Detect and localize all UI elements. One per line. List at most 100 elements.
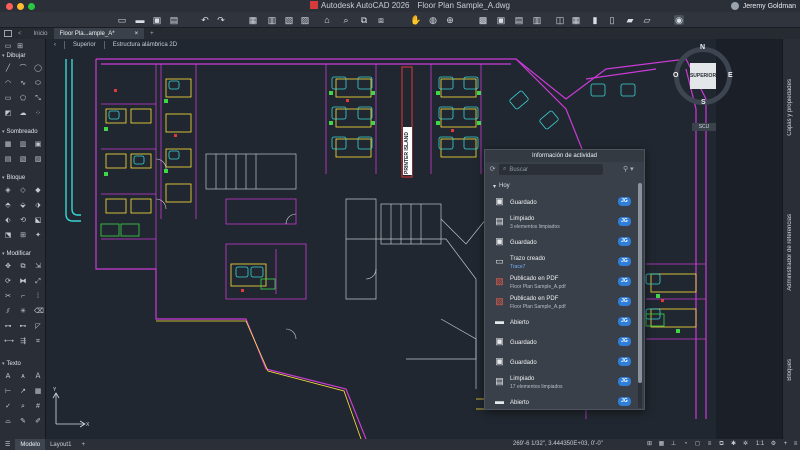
arc-text-icon[interactable]: ⌓ — [4, 418, 12, 425]
rectangle-icon[interactable]: ▭ — [4, 95, 12, 102]
visual-style-control[interactable]: Estructura alámbrica 2D — [111, 42, 179, 48]
export-icon[interactable]: ▰ — [625, 15, 635, 25]
line-icon[interactable]: ╱ — [4, 65, 12, 72]
import-icon[interactable]: ▯ — [607, 15, 617, 25]
polar-icon[interactable]: ◔ — [682, 441, 689, 448]
tab-modelo[interactable]: Modelo — [15, 439, 46, 450]
write-block-icon[interactable]: ⬗ — [34, 202, 42, 209]
annotation-icon[interactable]: ✱ — [730, 441, 737, 448]
spell-check-icon[interactable]: ✓ — [4, 403, 12, 410]
filter-icon[interactable]: ⚲ ▾ — [623, 165, 641, 174]
text-style-icon[interactable]: Ａ — [34, 373, 42, 380]
xref-icon[interactable]: ▮ — [590, 15, 600, 25]
sheet-icon[interactable]: ▥ — [532, 15, 542, 25]
fillet-icon[interactable]: ⌐ — [19, 293, 27, 300]
table-icon[interactable]: ▤ — [4, 156, 12, 163]
markup-icon[interactable]: ✎ — [19, 418, 27, 425]
section-modificar[interactable]: ▾ Modificar — [2, 251, 31, 257]
annotate-icon[interactable]: ✐ — [34, 418, 42, 425]
reference-manager-tab[interactable]: Administrador de referencias — [787, 214, 793, 291]
rotate-icon[interactable]: ⟳ — [4, 278, 12, 285]
gradient-icon[interactable]: ▥ — [19, 141, 27, 148]
edit-polyline-icon[interactable]: ⌗ — [34, 338, 42, 345]
mirror-icon[interactable]: ⧓ — [19, 278, 27, 285]
list-item[interactable]: ▬ Abierto JG — [485, 394, 637, 413]
customize-icon[interactable]: ≡ — [792, 441, 799, 448]
add-layout-button[interactable]: + — [76, 439, 90, 450]
create-block-icon[interactable]: ◇ — [19, 187, 27, 194]
array-icon[interactable]: ⁞ — [34, 293, 42, 300]
wipeout-icon[interactable]: ▧ — [19, 156, 27, 163]
list-item[interactable]: ▣ Guardado JG — [485, 334, 637, 353]
xline-icon[interactable]: ⤡ — [34, 95, 42, 102]
attribute-edit-icon[interactable]: ⬖ — [4, 217, 12, 224]
view-control[interactable]: Superior — [71, 42, 98, 48]
save-icon[interactable]: ▣ — [152, 15, 162, 25]
section-texto[interactable]: ▾ Texto — [2, 361, 21, 367]
section-dibujar[interactable]: ▾ Dibujar — [2, 53, 26, 59]
list-item[interactable]: ▣ Guardado JG — [485, 354, 637, 373]
multiline-text-icon[interactable]: A — [4, 373, 12, 380]
orbit-icon[interactable]: ◍ — [428, 15, 438, 25]
grid-icon[interactable]: ▦ — [571, 15, 581, 25]
trim-icon[interactable]: ✂ — [4, 293, 12, 300]
field-icon[interactable]: # — [34, 403, 42, 410]
arc-icon[interactable]: ◠ — [4, 80, 12, 87]
list-item[interactable]: ▭ Trazo creado Trace7 JG — [485, 254, 637, 273]
measure-icon[interactable]: ◫ — [555, 15, 565, 25]
activity-insights-icon[interactable]: ◉ — [674, 15, 684, 25]
viewcube[interactable]: SUPERIOR N S E O SCU — [672, 44, 734, 133]
close-window-button[interactable] — [6, 2, 13, 10]
circle-icon[interactable]: ◯ — [34, 65, 42, 72]
grid-toggle-icon[interactable]: ▦ — [658, 441, 665, 448]
erase-icon[interactable]: ⌫ — [34, 308, 44, 315]
join-icon[interactable]: ⊶ — [4, 323, 12, 330]
move-icon[interactable]: ✥ — [4, 263, 12, 270]
zoom-icon[interactable]: ⌕ — [341, 15, 351, 25]
point-icon[interactable]: ⁘ — [34, 110, 42, 117]
polyline-icon[interactable]: ⌒ — [19, 65, 27, 72]
activity-search-input[interactable]: ⌕ Buscar — [499, 164, 603, 175]
palette-toggle-icon[interactable]: ▭ — [4, 43, 12, 50]
section-bloque[interactable]: ▾ Bloque — [2, 175, 25, 181]
block-library-icon[interactable]: ⬕ — [34, 217, 42, 224]
publish-icon[interactable]: ▥ — [267, 15, 277, 25]
refresh-icon[interactable]: ⟳ — [488, 165, 497, 174]
annotation-scale[interactable]: 1:1 — [754, 441, 766, 448]
block-sync-icon[interactable]: ⟲ — [19, 217, 27, 224]
list-item[interactable]: ▤ Limpiado 17 elementos limpiados JG — [485, 374, 637, 393]
region-icon[interactable]: ◩ — [4, 110, 12, 117]
lineweight-icon[interactable]: ≡ — [706, 441, 713, 448]
viewport-icon[interactable]: ▣ — [496, 15, 506, 25]
single-text-icon[interactable]: ᴀ — [19, 373, 27, 380]
start-grid-icon[interactable] — [4, 30, 12, 37]
viewport-menu-icon[interactable]: ‹ — [52, 42, 58, 48]
plus-icon[interactable]: + — [782, 441, 789, 448]
minimize-window-button[interactable] — [17, 2, 24, 10]
share-icon[interactable]: ▱ — [642, 15, 652, 25]
blocks-tab[interactable]: Bloques — [787, 359, 793, 381]
edit-block-icon[interactable]: ◆ — [34, 187, 42, 194]
save-as-icon[interactable]: ▤ — [169, 15, 179, 25]
list-item[interactable]: ▣ Guardado JG — [485, 234, 637, 253]
define-attribute-icon[interactable]: ⬘ — [4, 202, 12, 209]
layout-icon[interactable]: ▤ — [514, 15, 524, 25]
activity-scrollbar[interactable] — [638, 183, 642, 408]
pan-icon[interactable]: ✋ — [410, 15, 421, 25]
copy-icon[interactable]: ⧉ — [359, 15, 369, 25]
count-icon[interactable]: ⊞ — [19, 232, 27, 239]
layers-properties-tab[interactable]: Capas y propiedades — [787, 79, 793, 136]
zoom-window-icon[interactable]: ⊕ — [445, 15, 455, 25]
dimension-icon[interactable]: ⊢ — [4, 388, 12, 395]
explode-icon[interactable]: ✳ — [19, 308, 27, 315]
new-drawing-icon[interactable]: ▭ — [117, 15, 127, 25]
render-icon[interactable]: ▩ — [478, 15, 488, 25]
boundary-icon[interactable]: ▣ — [34, 141, 42, 148]
lengthen-icon[interactable]: ⟷ — [4, 338, 14, 345]
layout-menu-icon[interactable]: ☰ — [0, 439, 15, 450]
match-properties-icon[interactable]: ▨ — [300, 15, 310, 25]
plot-icon[interactable]: ▦ — [248, 15, 258, 25]
new-tab-button[interactable]: + — [144, 28, 160, 39]
compass-east[interactable]: E — [728, 72, 733, 79]
list-item[interactable]: ▬ Abierto JG — [485, 314, 637, 333]
